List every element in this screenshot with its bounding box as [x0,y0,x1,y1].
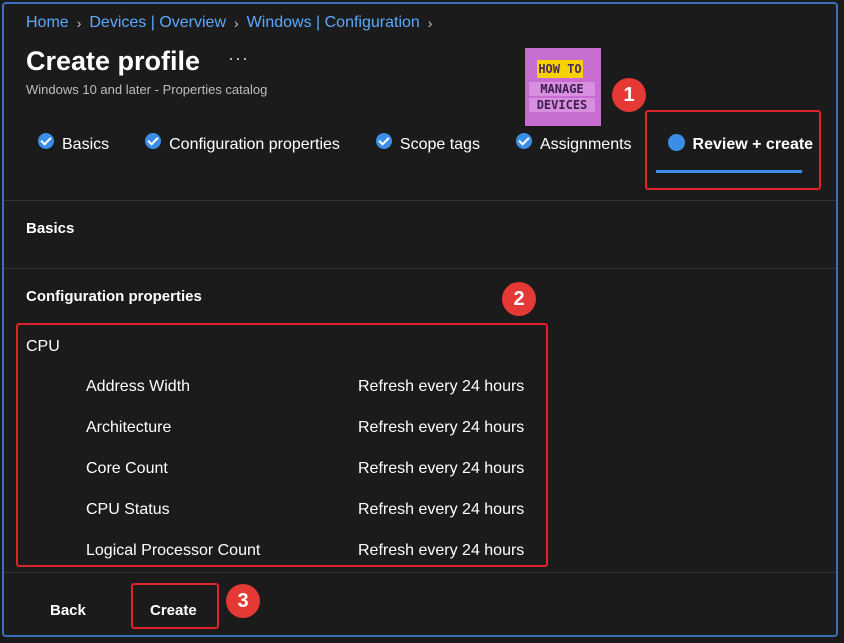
logo-text-how-to: HOW TO [537,60,583,78]
highlight-box-cpu-settings [16,323,548,567]
breadcrumb-devices-overview[interactable]: Devices | Overview [89,14,226,32]
divider [4,268,836,269]
setting-name-cpu-status: CPU Status [86,501,170,518]
step-badge-1: 1 [612,78,646,112]
tab-label: Configuration properties [169,136,340,153]
step-badge-3: 3 [226,584,260,618]
section-heading-basics: Basics [26,220,75,237]
checkmark-circle-icon [375,133,392,149]
logo-text-manage: MANAGE [529,82,595,96]
highlight-box-review-tab [645,110,821,190]
section-heading-configuration: Configuration properties [26,288,202,305]
setting-name-address-width: Address Width [86,378,191,395]
footer-divider [4,572,836,573]
step-badge-2: 2 [502,282,536,316]
app-frame: Home › Devices | Overview › Windows | Co… [2,2,838,637]
setting-value-cpu-status: Refresh every 24 hours [358,501,525,518]
chevron-right-icon: › [427,15,433,31]
tab-label: Scope tags [399,136,480,153]
tab-basics[interactable]: Basics [38,133,110,154]
tab-label: Assignments [539,136,632,153]
checkmark-circle-icon [145,133,162,149]
checkmark-circle-icon [515,133,532,149]
page-subtitle: Windows 10 and later - Properties catalo… [26,82,268,97]
setting-value-architecture: Refresh every 24 hours [358,419,525,436]
chevron-right-icon: › [234,15,239,31]
logo-text-devices: DEVICES [529,98,595,112]
setting-name-core-count: Core Count [86,460,168,477]
breadcrumb-home[interactable]: Home [26,14,69,32]
divider [4,200,836,201]
howtomanagedevices-logo: HOW TO MANAGE DEVICES [525,48,601,126]
tab-label: Basics [62,136,110,153]
checkmark-circle-icon [38,133,54,149]
page-title: Create profile [26,46,201,76]
setting-value-logical-processor-count: Refresh every 24 hours [358,542,525,559]
setting-value-address-width: Refresh every 24 hours [358,378,525,395]
setting-name-logical-processor-count: Logical Processor Count [86,542,261,559]
breadcrumb: Home › Devices | Overview › Windows | Co… [26,14,432,32]
tab-configuration-properties[interactable]: Configuration properties [145,133,340,154]
tab-scope-tags[interactable]: Scope tags [375,133,480,154]
cpu-heading: CPU [26,338,60,355]
breadcrumb-windows-configuration[interactable]: Windows | Configuration [247,14,420,32]
setting-value-core-count: Refresh every 24 hours [358,460,525,477]
setting-name-architecture: Architecture [86,419,172,436]
create-button[interactable]: Create [150,602,197,619]
chevron-right-icon: › [76,15,82,31]
tab-assignments[interactable]: Assignments [515,133,632,154]
more-options-icon[interactable]: ··· [228,48,249,69]
back-button[interactable]: Back [50,602,86,619]
